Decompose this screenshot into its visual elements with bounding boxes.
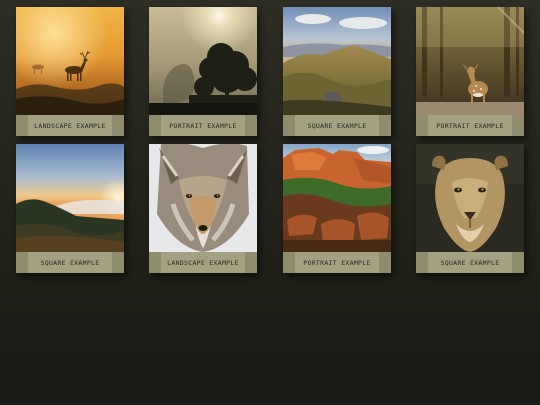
caption-bar: SQUARE EXAMPLE bbox=[16, 252, 124, 273]
caption-plate: PORTRAIT EXAMPLE bbox=[428, 115, 512, 136]
caption-plate: SQUARE EXAMPLE bbox=[28, 252, 112, 273]
red-rock-canyon-photo[interactable] bbox=[283, 144, 391, 252]
mountain-ridge-image bbox=[283, 7, 391, 115]
gallery-card-7[interactable]: PORTRAIT EXAMPLE bbox=[283, 144, 391, 273]
caption-label: LANDSCAPE EXAMPLE bbox=[167, 258, 239, 267]
caption-label: SQUARE EXAMPLE bbox=[307, 121, 367, 130]
lioness-image bbox=[416, 144, 524, 252]
lioness-photo[interactable] bbox=[416, 144, 524, 252]
red-rock-canyon-image bbox=[283, 144, 391, 252]
misty-tree-image bbox=[149, 7, 257, 115]
caption-plate: SQUARE EXAMPLE bbox=[295, 115, 379, 136]
gallery-card-2[interactable]: PORTRAIT EXAMPLE bbox=[149, 7, 257, 136]
coyote-in-snow-photo[interactable] bbox=[149, 144, 257, 252]
caption-bar: PORTRAIT EXAMPLE bbox=[283, 252, 391, 273]
gallery-card-6[interactable]: LANDSCAPE EXAMPLE bbox=[149, 144, 257, 273]
caption-plate: PORTRAIT EXAMPLE bbox=[295, 252, 379, 273]
coyote-in-snow-image bbox=[149, 144, 257, 252]
sunset-hills-image bbox=[16, 144, 124, 252]
caption-plate: LANDSCAPE EXAMPLE bbox=[28, 115, 112, 136]
caption-plate: SQUARE EXAMPLE bbox=[428, 252, 512, 273]
gallery-card-3[interactable]: SQUARE EXAMPLE bbox=[283, 7, 391, 136]
fawn-in-forest-photo[interactable] bbox=[416, 7, 524, 115]
caption-bar: PORTRAIT EXAMPLE bbox=[416, 115, 524, 136]
deer-in-mist-image bbox=[16, 7, 124, 115]
caption-bar: LANDSCAPE EXAMPLE bbox=[149, 252, 257, 273]
gallery-card-8[interactable]: SQUARE EXAMPLE bbox=[416, 144, 524, 273]
caption-label: LANDSCAPE EXAMPLE bbox=[34, 121, 106, 130]
gallery-card-1[interactable]: LANDSCAPE EXAMPLE bbox=[16, 7, 124, 136]
photo-gallery: LANDSCAPE EXAMPLE PORTRAIT EXAMPLE SQUAR… bbox=[16, 7, 524, 273]
caption-bar: LANDSCAPE EXAMPLE bbox=[16, 115, 124, 136]
sunset-hills-photo[interactable] bbox=[16, 144, 124, 252]
caption-bar: SQUARE EXAMPLE bbox=[283, 115, 391, 136]
caption-plate: PORTRAIT EXAMPLE bbox=[161, 115, 245, 136]
caption-label: SQUARE EXAMPLE bbox=[40, 258, 100, 267]
fawn-in-forest-image bbox=[416, 7, 524, 115]
gallery-card-5[interactable]: SQUARE EXAMPLE bbox=[16, 144, 124, 273]
misty-tree-photo[interactable] bbox=[149, 7, 257, 115]
caption-bar: PORTRAIT EXAMPLE bbox=[149, 115, 257, 136]
caption-label: PORTRAIT EXAMPLE bbox=[169, 121, 237, 130]
caption-label: SQUARE EXAMPLE bbox=[440, 258, 500, 267]
caption-label: PORTRAIT EXAMPLE bbox=[436, 121, 504, 130]
caption-bar: SQUARE EXAMPLE bbox=[416, 252, 524, 273]
deer-in-mist-photo[interactable] bbox=[16, 7, 124, 115]
gallery-card-4[interactable]: PORTRAIT EXAMPLE bbox=[416, 7, 524, 136]
caption-label: PORTRAIT EXAMPLE bbox=[303, 258, 371, 267]
mountain-ridge-photo[interactable] bbox=[283, 7, 391, 115]
caption-plate: LANDSCAPE EXAMPLE bbox=[161, 252, 245, 273]
